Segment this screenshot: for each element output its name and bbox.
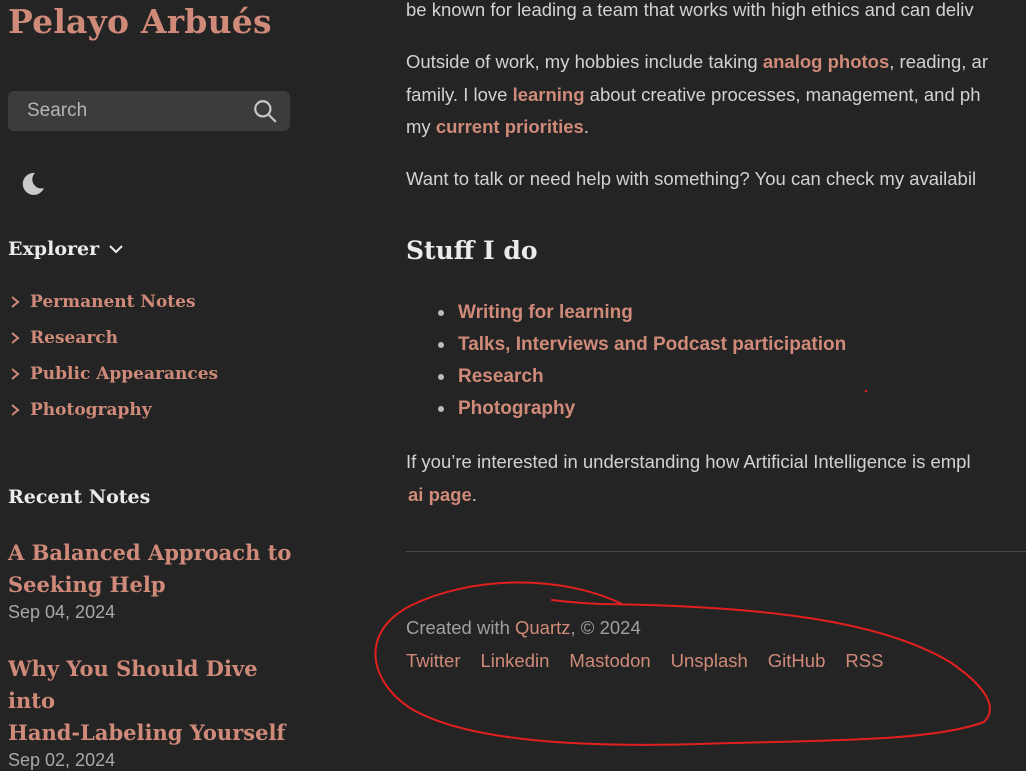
bullet — [438, 342, 444, 348]
explorer-item-label: Permanent Notes — [30, 292, 196, 312]
footer-credit: Created with Quartz, © 2024 — [406, 617, 641, 639]
explorer-list: Permanent Notes Research Public Appearan… — [8, 284, 218, 428]
search-icon — [254, 100, 277, 123]
bullet — [438, 406, 444, 412]
recent-note-link[interactable]: A Balanced Approach to Seeking Help — [8, 537, 298, 601]
footer-link-github[interactable]: GitHub — [768, 650, 826, 672]
link-learning[interactable]: learning — [513, 84, 585, 105]
moon-icon[interactable] — [18, 170, 46, 198]
recent-notes-title: Recent Notes — [8, 486, 151, 508]
text: Created with — [406, 617, 515, 638]
link-photography[interactable]: Photography — [458, 398, 575, 420]
list-item: Research — [438, 361, 846, 393]
explorer-item-permanent-notes[interactable]: Permanent Notes — [8, 284, 218, 320]
link-analog-photos[interactable]: analog photos — [763, 51, 889, 72]
footer-divider — [406, 551, 1026, 552]
chevron-right-icon — [11, 332, 20, 344]
explorer-item-label: Public Appearances — [30, 364, 219, 384]
recent-note-title-line: Why You Should Dive into — [8, 656, 258, 713]
chevron-right-icon — [11, 296, 20, 308]
text: Outside of work, my hobbies include taki… — [406, 51, 763, 72]
text: my — [406, 116, 436, 137]
link-research[interactable]: Research — [458, 366, 544, 388]
recent-note: A Balanced Approach to Seeking Help Sep … — [8, 537, 298, 623]
explorer-item-public-appearances[interactable]: Public Appearances — [8, 356, 218, 392]
recent-note-title-line: Seeking Help — [8, 572, 166, 597]
text: family. I love — [406, 83, 513, 105]
footer-link-twitter[interactable]: Twitter — [406, 650, 460, 672]
explorer-item-label: Photography — [30, 400, 152, 420]
recent-note-title-line: Hand-Labeling Yourself — [8, 720, 286, 745]
link-writing-for-learning[interactable]: Writing for learning — [458, 302, 633, 324]
bullet — [438, 374, 444, 380]
paragraph-availability: Want to talk or need help with something… — [406, 168, 977, 189]
text: , reading, ar — [889, 51, 988, 72]
paragraph-mission: be known for leading a team that works w… — [406, 0, 974, 20]
footer-link-mastodon[interactable]: Mastodon — [569, 650, 650, 672]
site-title[interactable]: Pelayo Arbués — [8, 2, 272, 41]
explorer-item-research[interactable]: Research — [8, 320, 218, 356]
list-item: Photography — [438, 393, 846, 425]
search-bar[interactable]: Search — [8, 91, 290, 131]
recent-note-date: Sep 04, 2024 — [8, 602, 116, 622]
footer-link-unsplash[interactable]: Unsplash — [671, 650, 748, 672]
explorer-item-label: Research — [30, 328, 119, 348]
link-talks[interactable]: Talks, Interviews and Podcast participat… — [458, 334, 846, 356]
recent-note-date: Sep 02, 2024 — [8, 750, 116, 770]
footer-link-linkedin[interactable]: Linkedin — [480, 650, 549, 672]
footer-link-rss[interactable]: RSS — [845, 650, 883, 672]
search-placeholder: Search — [27, 100, 88, 121]
text: , © 2024 — [570, 617, 641, 638]
paragraph-ai: If you’re interested in understanding ho… — [406, 446, 1026, 511]
paragraph-hobbies: Outside of work, my hobbies include taki… — [406, 46, 1026, 144]
recent-note-link[interactable]: Why You Should Dive into Hand-Labeling Y… — [8, 653, 298, 749]
recent-note-title-line: A Balanced Approach to — [8, 540, 292, 565]
stuff-list: Writing for learning Talks, Interviews a… — [438, 297, 846, 425]
explorer-title: Explorer — [8, 238, 100, 260]
annotation-dot — [864, 389, 868, 393]
text: about creative processes, management, an… — [584, 83, 981, 105]
chevron-down-icon — [109, 245, 123, 254]
list-item: Talks, Interviews and Podcast participat… — [438, 329, 846, 361]
link-current-priorities[interactable]: current priorities — [436, 116, 584, 137]
chevron-right-icon — [11, 404, 20, 416]
bullet — [438, 310, 444, 316]
text: . — [583, 116, 589, 137]
text: . — [471, 483, 477, 505]
footer-links: Twitter Linkedin Mastodon Unsplash GitHu… — [406, 650, 883, 672]
list-item: Writing for learning — [438, 297, 846, 329]
link-quartz[interactable]: Quartz — [515, 617, 571, 638]
chevron-right-icon — [11, 368, 20, 380]
explorer-item-photography[interactable]: Photography — [8, 392, 218, 428]
link-ai-page[interactable]: ai page — [408, 484, 472, 505]
recent-note: Why You Should Dive into Hand-Labeling Y… — [8, 653, 298, 771]
explorer-toggle[interactable]: Explorer — [8, 238, 125, 260]
text: If you’re interested in understanding ho… — [406, 451, 971, 472]
section-heading-stuff: Stuff I do — [406, 236, 538, 265]
